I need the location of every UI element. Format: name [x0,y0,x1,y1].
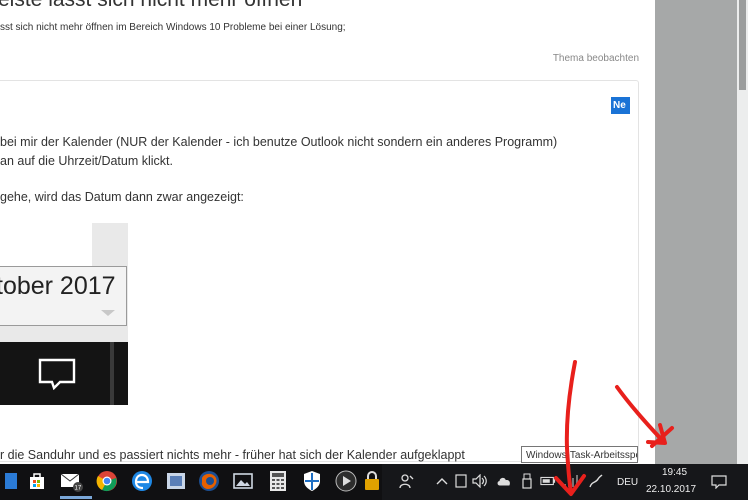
annotation-arrows [554,360,674,496]
red-arrow-left [564,360,577,494]
red-arrow-right [615,385,664,442]
